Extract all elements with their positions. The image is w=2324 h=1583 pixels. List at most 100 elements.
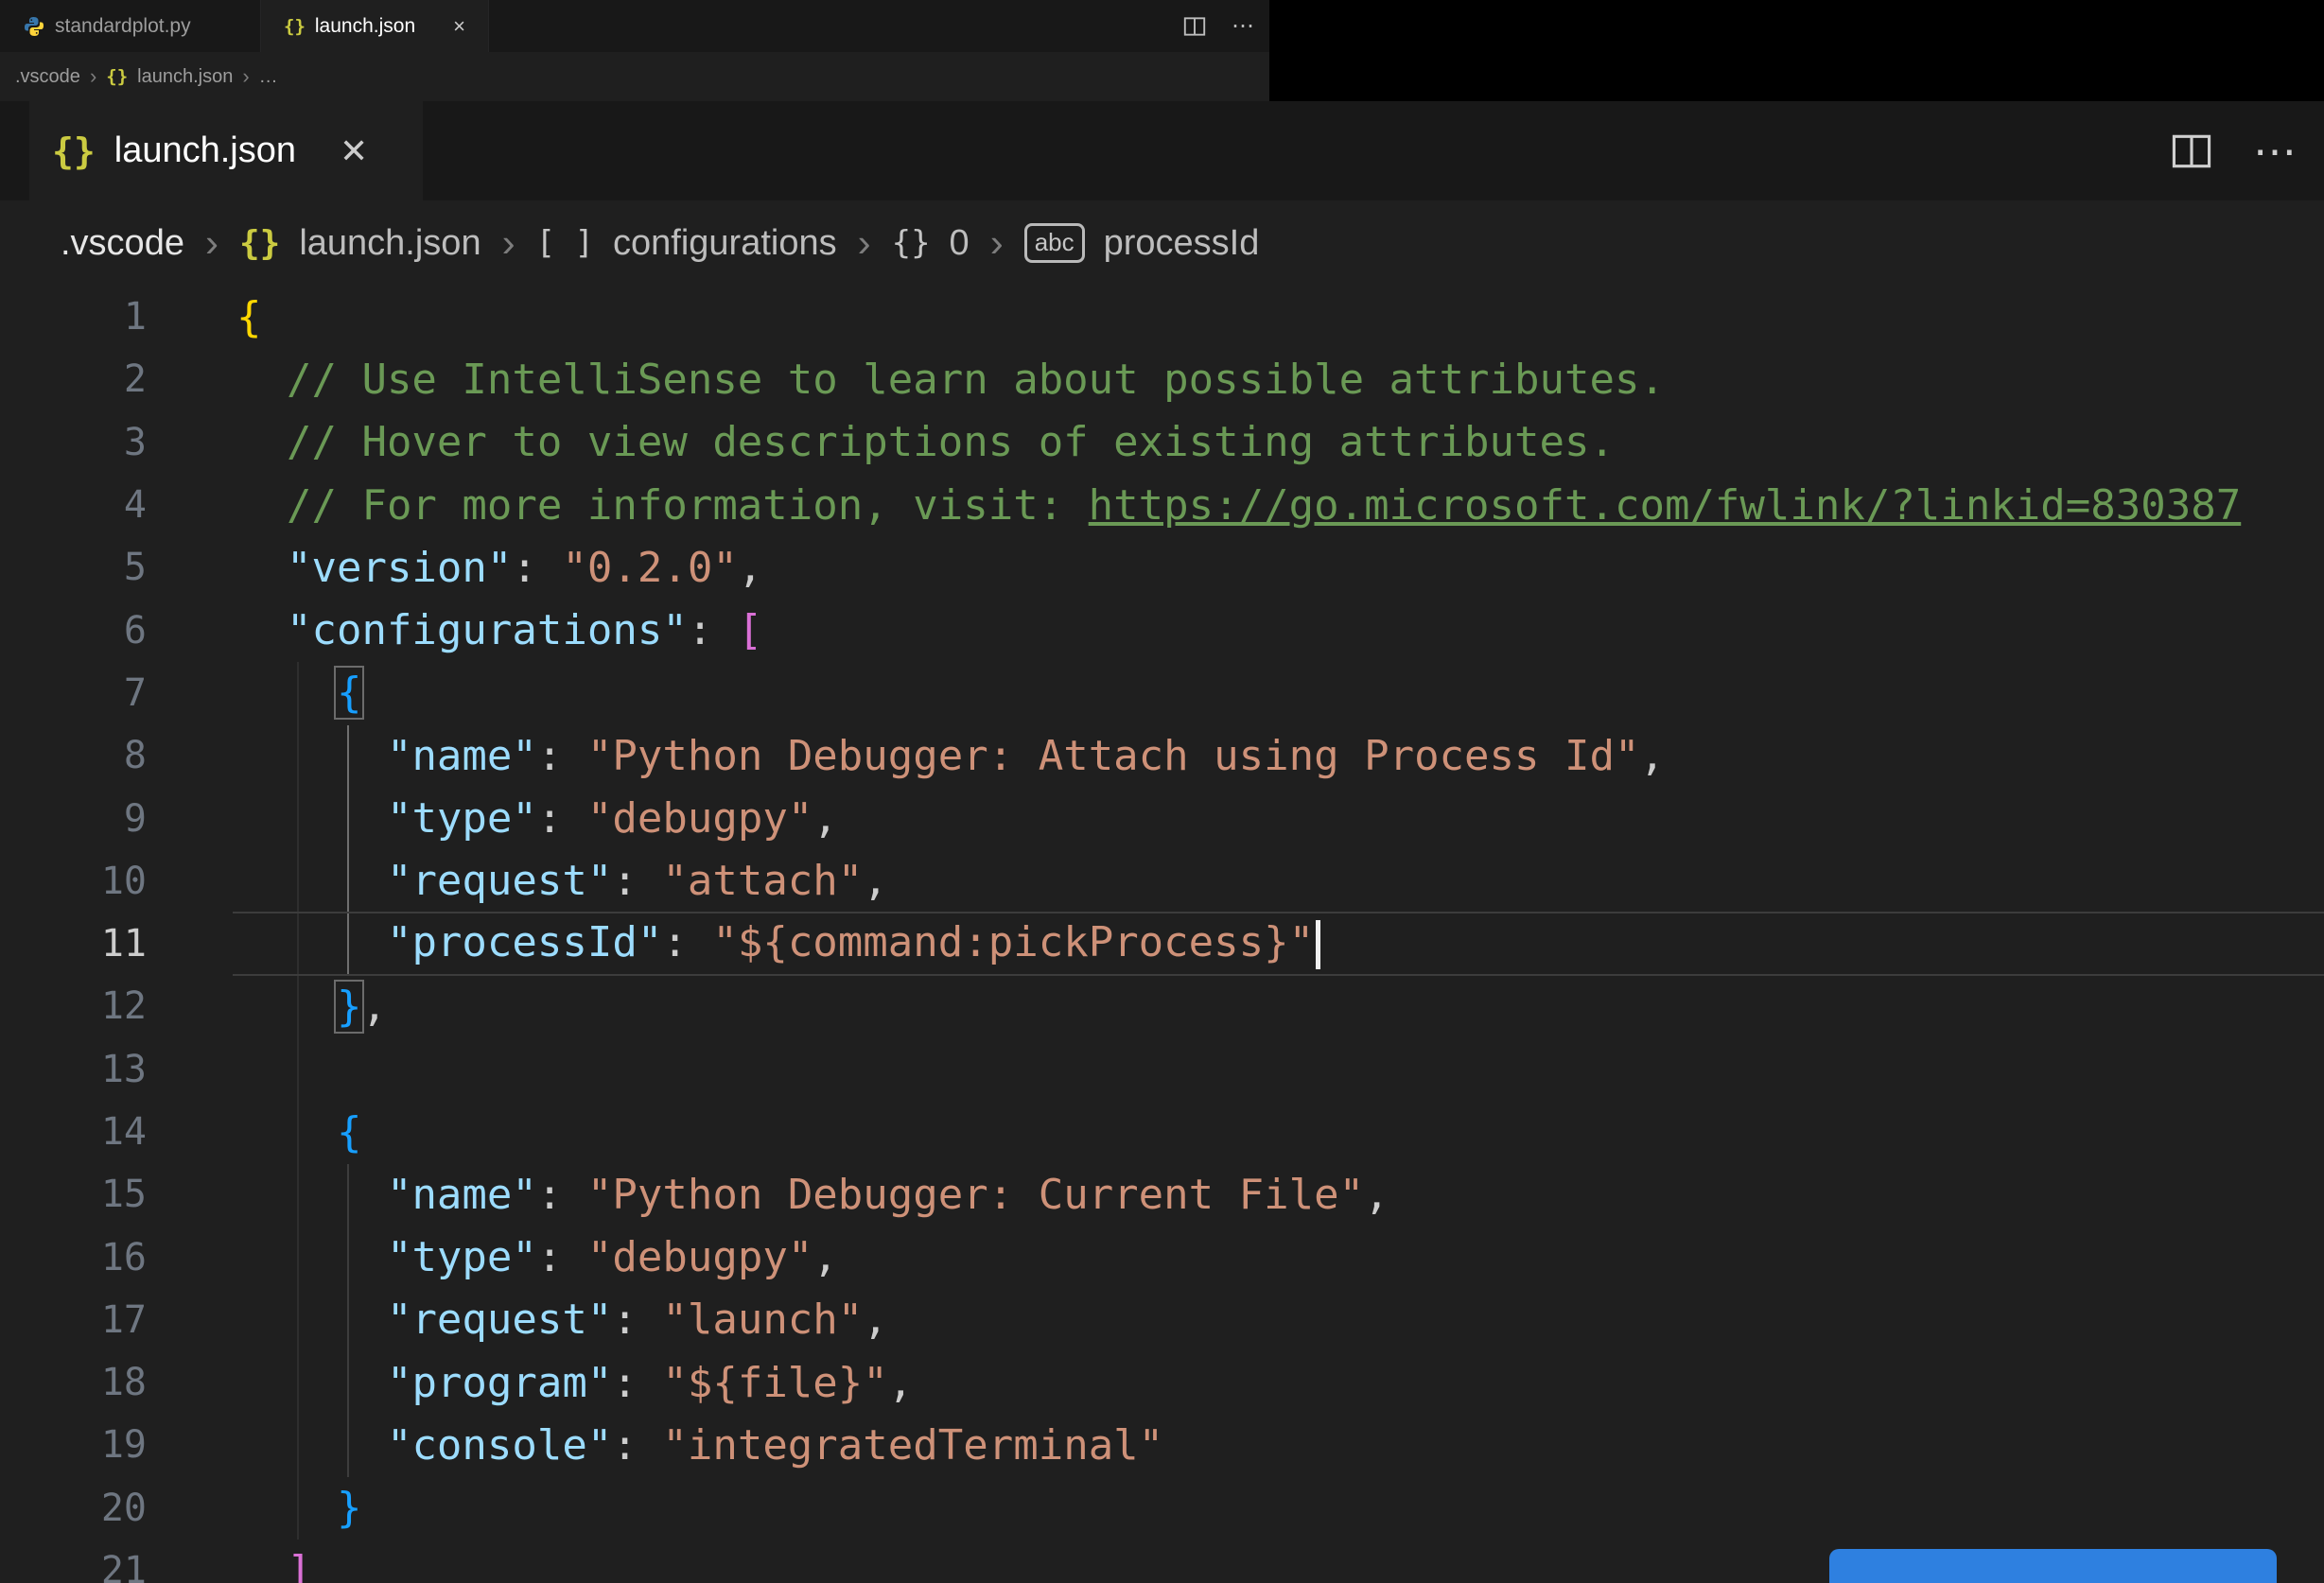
line-number[interactable]: 19 (0, 1423, 147, 1467)
line-number[interactable]: 20 (0, 1487, 147, 1530)
line-number[interactable]: 17 (0, 1298, 147, 1342)
line-number[interactable]: 6 (0, 609, 147, 652)
code-line[interactable]: 12 }, (0, 975, 2324, 1037)
breadcrumb-folder[interactable]: .vscode (15, 66, 80, 88)
breadcrumb-symbol-index[interactable]: 0 (950, 223, 970, 264)
code-line[interactable]: 5 "version": "0.2.0", (0, 536, 2324, 599)
breadcrumb-folder[interactable]: .vscode (61, 223, 184, 264)
code-line[interactable]: 18 "program": "${file}", (0, 1351, 2324, 1414)
code-line-content[interactable]: } (236, 1484, 362, 1532)
split-editor-icon[interactable] (1182, 16, 1207, 37)
code-line-content[interactable]: "type": "debugpy", (236, 1233, 838, 1281)
code-line-content[interactable]: // For more information, visit: https://… (236, 481, 2241, 530)
line-number[interactable]: 18 (0, 1361, 147, 1404)
breadcrumb: .vscode › {} launch.json › [ ] configura… (0, 200, 2324, 286)
line-number[interactable]: 13 (0, 1048, 147, 1091)
breadcrumb-file[interactable]: launch.json (137, 66, 233, 88)
code-token: : (536, 731, 587, 780)
code-line[interactable]: 6 "configurations": [ (0, 599, 2324, 661)
mini-tab-standardplot[interactable]: standardplot.py (0, 0, 261, 52)
breadcrumb-ellipsis[interactable]: … (259, 66, 278, 88)
line-number[interactable]: 3 (0, 421, 147, 464)
code-line-content[interactable]: { (236, 293, 262, 341)
chevron-right-icon: › (857, 220, 871, 265)
code-token: [ (737, 606, 763, 655)
more-actions-icon[interactable]: ⋯ (1232, 12, 1256, 40)
code-line-content[interactable]: "console": "integratedTerminal" (236, 1421, 1163, 1470)
line-number[interactable]: 16 (0, 1236, 147, 1279)
mini-editor-actions: ⋯ (1182, 0, 1256, 52)
code-line[interactable]: 15 "name": "Python Debugger: Current Fil… (0, 1163, 2324, 1226)
code-line[interactable]: 10 "request": "attach", (0, 850, 2324, 913)
line-number[interactable]: 9 (0, 797, 147, 841)
split-editor-icon[interactable] (2170, 132, 2213, 170)
breadcrumb-symbol-processid[interactable]: processId (1104, 223, 1260, 264)
code-token: https://go.microsoft.com/fwlink/?linkid=… (1088, 480, 2242, 530)
line-number[interactable]: 11 (0, 922, 147, 965)
code-line-content[interactable]: // Hover to view descriptions of existin… (236, 418, 1615, 466)
code-line-content[interactable]: "name": "Python Debugger: Attach using P… (236, 732, 1665, 780)
add-configuration-button[interactable] (1829, 1549, 2277, 1583)
tab-launch-json[interactable]: {} launch.json ✕ (29, 101, 423, 200)
code-line[interactable]: 13 (0, 1038, 2324, 1101)
code-line-content[interactable]: "processId": "${command:pickProcess}" (236, 918, 1321, 970)
more-actions-icon[interactable]: ⋯ (2253, 126, 2299, 177)
code-line[interactable]: 3 // Hover to view descriptions of exist… (0, 411, 2324, 474)
line-number[interactable]: 4 (0, 483, 147, 527)
code-line[interactable]: 1{ (0, 286, 2324, 348)
mini-tab-launch-json[interactable]: {} launch.json × (261, 0, 489, 52)
code-editor[interactable]: 1{2 // Use IntelliSense to learn about p… (0, 286, 2324, 1583)
mini-breadcrumb: .vscode › {} launch.json › … (0, 52, 1269, 101)
code-line-content[interactable]: "program": "${file}", (236, 1359, 913, 1407)
code-line[interactable]: 7 { (0, 662, 2324, 724)
line-number[interactable]: 2 (0, 357, 147, 401)
line-number[interactable]: 8 (0, 734, 147, 777)
code-line[interactable]: 2 // Use IntelliSense to learn about pos… (0, 348, 2324, 410)
chevron-right-icon: › (501, 220, 515, 265)
line-number[interactable]: 12 (0, 984, 147, 1028)
code-line[interactable]: 17 "request": "launch", (0, 1289, 2324, 1351)
close-icon[interactable]: ✕ (340, 131, 368, 171)
code-line[interactable]: 14 { (0, 1101, 2324, 1163)
code-line-content[interactable]: "request": "launch", (236, 1296, 888, 1344)
code-line-content[interactable]: "request": "attach", (236, 857, 888, 905)
code-line-content[interactable]: "configurations": [ (236, 606, 762, 654)
line-number[interactable]: 21 (0, 1549, 147, 1583)
code-line-content[interactable]: "version": "0.2.0", (236, 544, 762, 592)
code-line[interactable]: 11 "processId": "${command:pickProcess}" (0, 911, 2324, 977)
code-token: , (1639, 731, 1665, 780)
code-line-content[interactable]: { (236, 1108, 362, 1157)
code-line-content[interactable]: }, (236, 979, 387, 1034)
line-number[interactable]: 14 (0, 1110, 147, 1154)
breadcrumb-symbol-configurations[interactable]: configurations (613, 223, 837, 264)
code-line-content[interactable]: ] (236, 1547, 312, 1583)
code-line[interactable]: 4 // For more information, visit: https:… (0, 474, 2324, 536)
breadcrumb-file[interactable]: launch.json (299, 223, 481, 264)
code-token: : (536, 1233, 587, 1282)
line-number[interactable]: 1 (0, 295, 147, 339)
json-braces-icon: {} (238, 223, 281, 263)
line-number[interactable]: 7 (0, 671, 147, 715)
json-braces-icon: {} (52, 130, 96, 172)
code-line[interactable]: 16 "type": "debugpy", (0, 1226, 2324, 1288)
code-line[interactable]: 9 "type": "debugpy", (0, 787, 2324, 849)
symbol-array-icon: [ ] (535, 224, 594, 262)
code-line-content[interactable]: "type": "debugpy", (236, 794, 838, 843)
code-line-content[interactable]: // Use IntelliSense to learn about possi… (236, 356, 1665, 404)
close-icon[interactable]: × (453, 14, 465, 39)
line-number[interactable]: 5 (0, 546, 147, 589)
code-line-content[interactable]: { (236, 666, 365, 721)
code-line[interactable]: 19 "console": "integratedTerminal" (0, 1414, 2324, 1476)
tab-label: launch.json (114, 130, 297, 170)
code-line[interactable]: 8 "name": "Python Debugger: Attach using… (0, 724, 2324, 787)
code-token: { (236, 292, 262, 341)
code-line[interactable]: 20 } (0, 1477, 2324, 1540)
code-line-content[interactable]: "name": "Python Debugger: Current File", (236, 1171, 1389, 1219)
code-token: : (612, 1358, 663, 1407)
line-number[interactable]: 15 (0, 1173, 147, 1216)
line-number[interactable]: 10 (0, 860, 147, 903)
